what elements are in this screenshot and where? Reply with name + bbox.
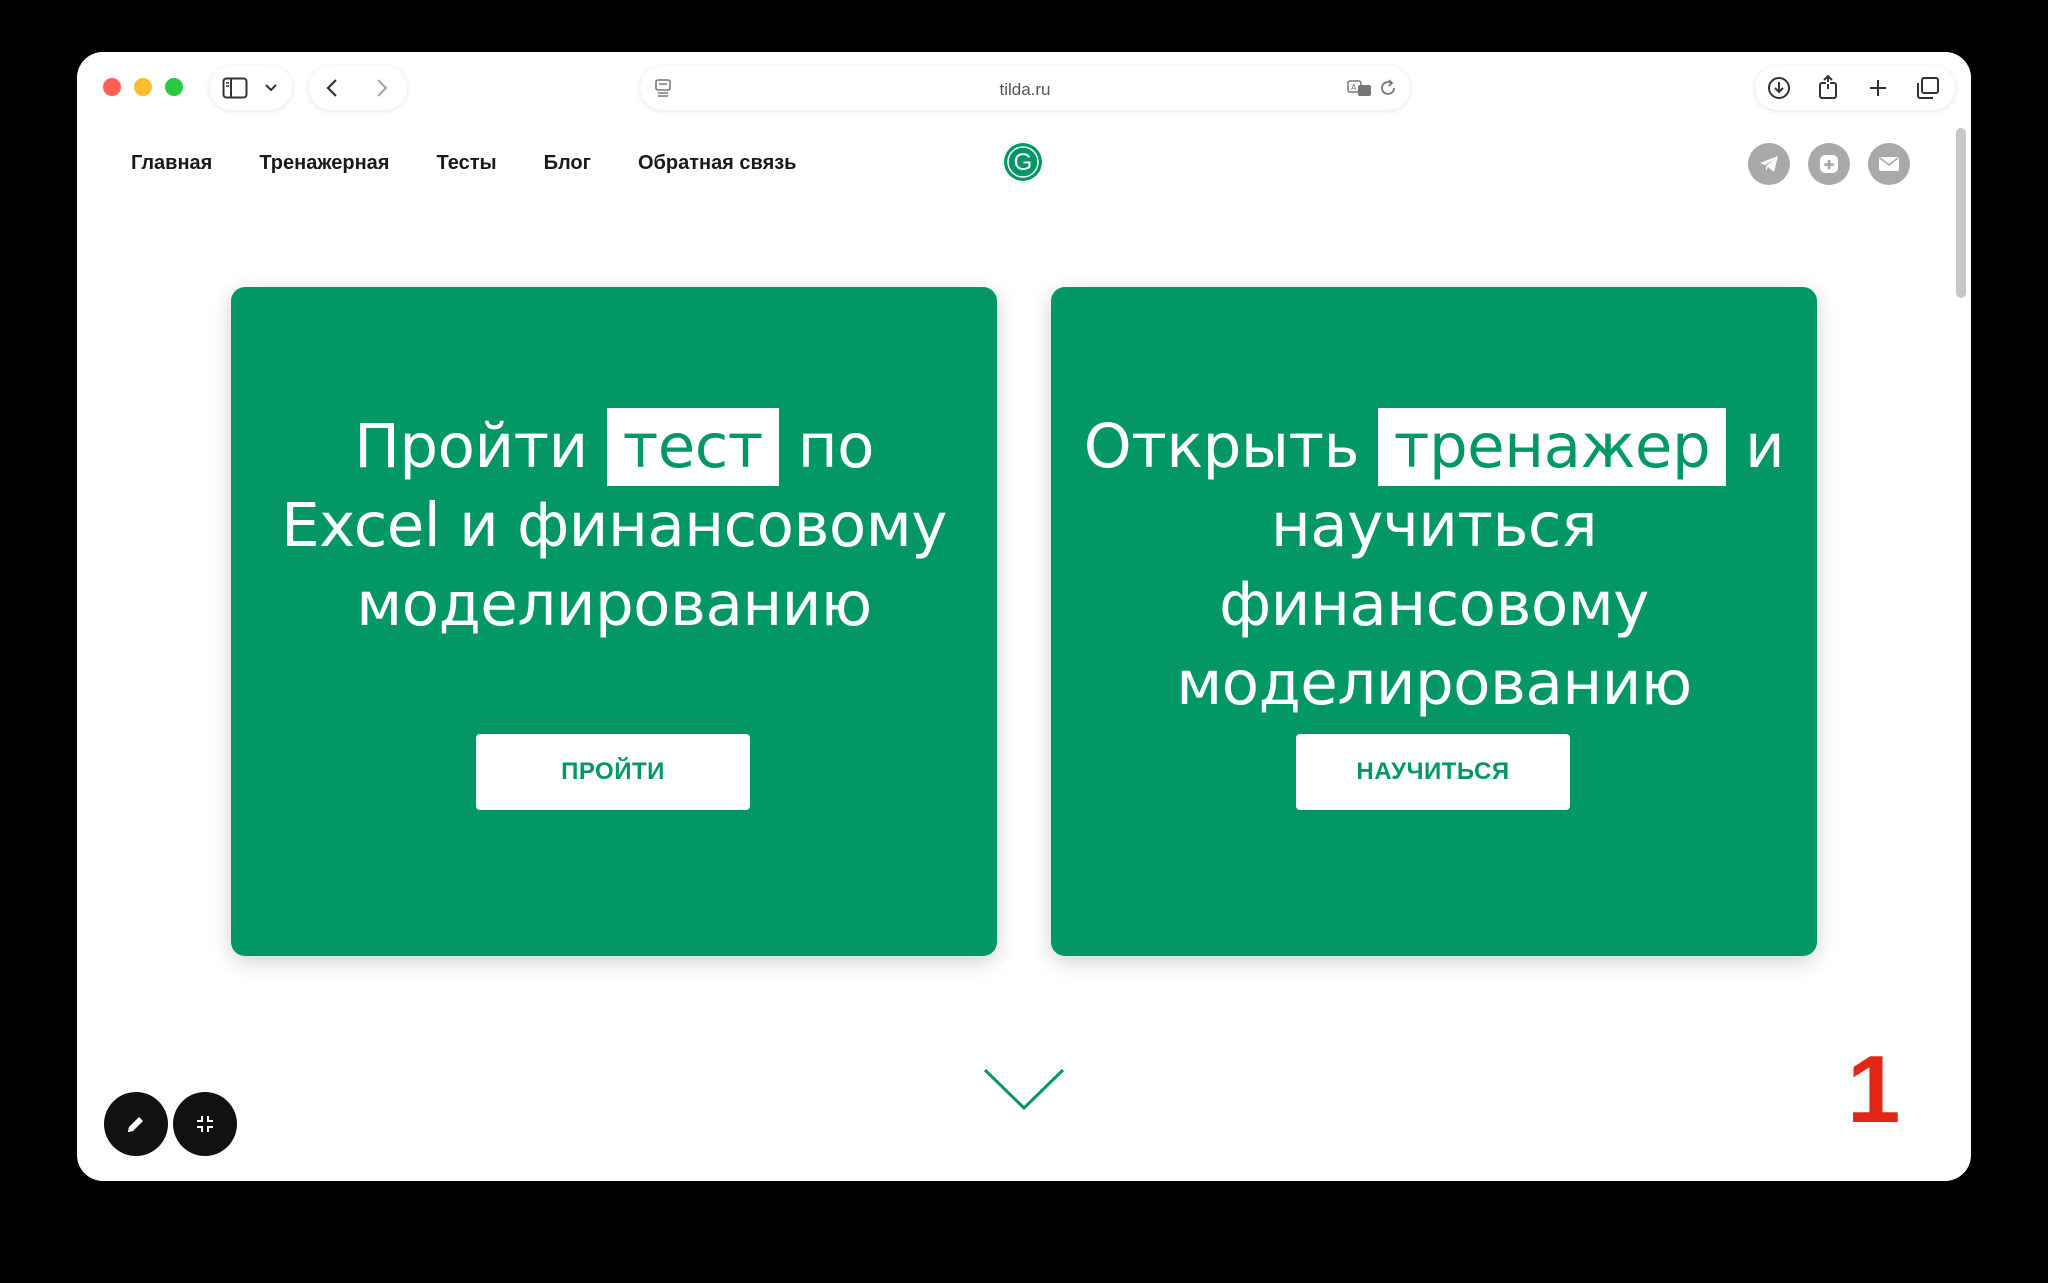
translate-icon[interactable]: A [1347,78,1373,98]
heading-line: моделированию [1176,648,1692,719]
nav-item-tests[interactable]: Тесты [436,152,496,175]
mail-link[interactable] [1868,143,1910,185]
svg-text:A: A [1351,83,1357,92]
tabs-overview-icon[interactable] [1915,76,1941,100]
trainer-card: Открыть тренажер и научиться финансовому… [1051,287,1817,956]
heading-text: и [1726,411,1785,482]
vk-link[interactable]: ✚ [1808,143,1850,185]
trainer-card-heading: Открыть тренажер и научиться финансовому… [1051,407,1817,723]
collapse-button[interactable] [173,1092,237,1156]
pencil-icon [128,1117,143,1132]
close-window-button[interactable] [103,78,121,96]
sidebar-toggle-group [210,66,292,110]
collapse-icon [197,1116,213,1132]
sidebar-icon[interactable] [222,77,248,99]
site-navigation: Главная Тренажерная Тесты Блог Обратная … [131,152,843,175]
reload-icon[interactable] [1378,78,1398,98]
telegram-link[interactable] [1748,143,1790,185]
nav-item-home[interactable]: Главная [131,152,212,175]
address-bar[interactable]: tilda.ru A [640,66,1410,110]
site-logo[interactable]: G [1002,141,1044,183]
heading-line: Excel и финансовому [281,490,947,561]
nav-item-blog[interactable]: Блог [544,152,591,175]
logo-g-icon: G [1007,146,1039,178]
scroll-down-arrow-icon[interactable] [983,1066,1065,1117]
svg-text:G: G [1014,149,1033,176]
zoom-window-button[interactable] [165,78,183,96]
heading-text: Пройти [354,411,607,482]
test-card-heading: Пройти тест по Excel и финансовому модел… [231,407,997,644]
browser-window: tilda.ru A Главная Тренажерная Тесты Бло… [77,52,1971,1181]
navigation-group [309,66,407,110]
page-scrollbar[interactable] [1956,128,1966,298]
toolbar-actions [1755,66,1955,110]
take-test-button[interactable]: ПРОЙТИ [476,734,750,810]
telegram-icon [1760,156,1778,172]
chevron-down-icon[interactable] [264,81,278,95]
page-number: 1 [1847,1036,1901,1143]
heading-highlight: тест [606,408,779,486]
new-tab-icon[interactable] [1867,77,1889,99]
vk-icon: ✚ [1820,155,1838,173]
test-card: Пройти тест по Excel и финансовому модел… [231,287,997,956]
heading-highlight: тренажер [1377,408,1727,486]
back-icon[interactable] [325,78,339,98]
svg-text:✚: ✚ [1824,158,1834,172]
download-icon[interactable] [1767,76,1791,100]
forward-icon[interactable] [375,78,389,98]
nav-item-trainer[interactable]: Тренажерная [259,152,389,175]
heading-text: по [778,411,875,482]
heading-line: моделированию [356,569,872,640]
heading-text: Открыть [1083,411,1378,482]
url-text: tilda.ru [999,80,1051,99]
share-icon[interactable] [1817,74,1839,100]
edit-button[interactable] [104,1092,168,1156]
learn-button[interactable]: НАУЧИТЬСЯ [1296,734,1570,810]
minimize-window-button[interactable] [134,78,152,96]
heading-line: научиться финансовому [1219,490,1649,640]
nav-item-feedback[interactable]: Обратная связь [638,152,797,175]
mail-icon [1879,157,1899,171]
browser-toolbar: tilda.ru A [77,52,1971,122]
